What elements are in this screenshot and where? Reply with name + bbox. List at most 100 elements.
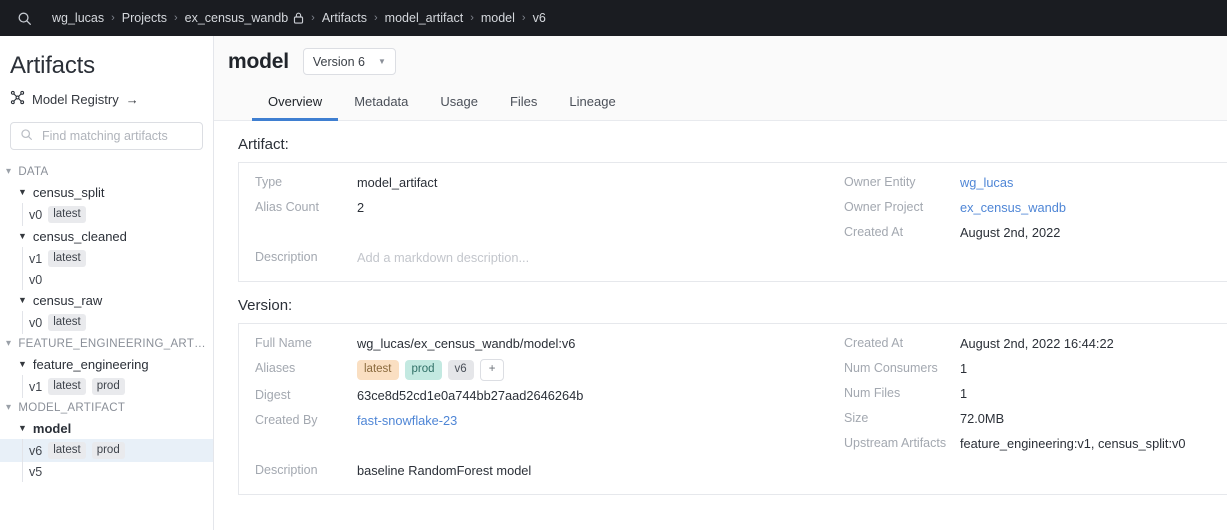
tree-group-feature-engineering[interactable]: ▾ FEATURE_ENGINEERING_ART… [0, 334, 213, 354]
artifact-type-label: Type [255, 175, 283, 189]
tree-version-row[interactable]: v5 [0, 462, 213, 482]
tab-metadata[interactable]: Metadata [338, 86, 424, 121]
owner-project-label: Owner Project [844, 200, 924, 214]
artifact-info-card: Type model_artifact Alias Count 2 Descri… [238, 162, 1227, 282]
artifact-created-at-value: August 2nd, 2022 [960, 225, 1061, 240]
tab-lineage[interactable]: Lineage [553, 86, 631, 121]
breadcrumb-item-projects[interactable]: Projects [122, 11, 167, 25]
version-tag: prod [91, 378, 125, 395]
breadcrumb-item-artifact[interactable]: model [481, 11, 515, 25]
version-tag: latest [48, 314, 86, 331]
artifact-description-label: Description [255, 250, 318, 264]
created-by-value[interactable]: fast-snowflake-23 [357, 410, 457, 428]
version-label: v1 [29, 379, 43, 394]
tree-group-label: MODEL_ARTIFACT [18, 402, 126, 414]
version-tag: latest [48, 250, 86, 267]
sidebar-title: Artifacts [10, 52, 95, 79]
tree-version-row[interactable]: v0 latest [0, 203, 213, 226]
size-value: 72.0MB [960, 411, 1005, 426]
artifacts-sidebar: Artifacts Model Registry → Find matching… [0, 36, 214, 530]
num-consumers-value: 1 [960, 361, 968, 376]
owner-project-value[interactable]: ex_census_wandb [960, 197, 1066, 215]
alias-tag-prod[interactable]: prod [404, 360, 442, 380]
chevron-down-icon: ▼ [377, 57, 386, 66]
artifact-type-row: Type model_artifact [255, 172, 834, 197]
tree-version-row[interactable]: v0 [0, 270, 213, 290]
artifact-created-at-row: Created At August 2nd, 2022 [844, 222, 1227, 247]
tree-version-row-selected[interactable]: v6 latest prod [0, 439, 213, 462]
num-files-row: Num Files 1 [844, 383, 1227, 408]
alias-tag-latest[interactable]: latest [357, 360, 399, 380]
caret-down-icon: ▼ [18, 231, 27, 241]
artifact-header-row: model Version 6 ▼ [228, 48, 1227, 86]
tree-node-label: census_split [32, 185, 105, 200]
tree-group-data[interactable]: ▾ DATA [0, 162, 213, 182]
version-label: v5 [29, 465, 43, 479]
alias-tag-v6[interactable]: v6 [447, 360, 474, 380]
artifact-info-right-column: Owner Entity wg_lucas Owner Project ex_c… [834, 172, 1227, 272]
size-label: Size [844, 411, 869, 425]
breadcrumb-item-version[interactable]: v6 [533, 11, 546, 25]
upstream-artifacts-value: feature_engineering:v1, census_split:v0 [960, 436, 1186, 451]
add-alias-button[interactable]: + [479, 359, 505, 381]
full-name-row: Full Name wg_lucas/ex_census_wandb/model… [255, 333, 834, 358]
version-tag: latest [48, 206, 86, 223]
tree-node-census-split[interactable]: ▼ census_split [0, 182, 213, 203]
digest-value: 63ce8d52cd1e0a744bb27aad2646264b [357, 388, 584, 403]
tree-node-census-cleaned[interactable]: ▼ census_cleaned [0, 226, 213, 247]
version-label: v0 [29, 315, 43, 330]
breadcrumb-item-artifacts[interactable]: Artifacts [322, 11, 367, 25]
artifact-description-placeholder[interactable]: Add a markdown description... [357, 247, 529, 265]
search-icon [20, 128, 33, 144]
global-search-icon[interactable] [10, 4, 38, 32]
sidebar-model-registry-link[interactable]: Model Registry → [0, 82, 213, 114]
search-input[interactable] [40, 128, 193, 144]
artifact-description-row: Description Add a markdown description..… [255, 247, 834, 272]
full-name-value: wg_lucas/ex_census_wandb/model:v6 [357, 336, 576, 351]
num-consumers-row: Num Consumers 1 [844, 358, 1227, 383]
tree-node-model[interactable]: ▼ model [0, 418, 213, 439]
version-description-value[interactable]: baseline RandomForest model [357, 460, 531, 478]
digest-row: Digest 63ce8d52cd1e0a744bb27aad2646264b [255, 385, 834, 410]
arrow-right-icon: → [125, 91, 139, 107]
caret-down-icon: ▼ [18, 423, 27, 433]
tree-node-feature-engineering[interactable]: ▼ feature_engineering [0, 354, 213, 375]
breadcrumb-item-artifact-type[interactable]: model_artifact [385, 11, 464, 25]
aliases-label: Aliases [255, 361, 296, 375]
created-by-label: Created By [255, 413, 318, 427]
breadcrumb-separator: › [470, 12, 474, 24]
breadcrumb-separator: › [173, 12, 178, 24]
version-info-right-column: Created At August 2nd, 2022 16:44:22 Num… [834, 333, 1227, 485]
aliases-row: Aliases latest prod v6 + [255, 358, 834, 385]
chevron-down-icon: ▾ [6, 338, 12, 349]
tree-version-row[interactable]: v0 latest [0, 311, 213, 334]
version-label: v1 [29, 251, 43, 266]
num-consumers-label: Num Consumers [844, 361, 938, 375]
version-label: v0 [29, 207, 43, 222]
tab-files[interactable]: Files [494, 86, 553, 121]
artifact-type-value: model_artifact [357, 175, 438, 190]
tab-overview[interactable]: Overview [252, 86, 339, 121]
breadcrumb-separator: › [111, 12, 115, 24]
tree-group-model-artifact[interactable]: ▾ MODEL_ARTIFACT [0, 398, 213, 418]
breadcrumb-item-project[interactable]: ex_census_wandb [185, 11, 289, 25]
tree-node-label: feature_engineering [32, 357, 149, 372]
breadcrumb-item-entity[interactable]: wg_lucas [52, 11, 104, 25]
tab-usage[interactable]: Usage [424, 86, 494, 121]
artifact-row-spacer [255, 222, 834, 247]
sidebar-model-registry-label: Model Registry [32, 91, 119, 107]
owner-entity-value[interactable]: wg_lucas [960, 172, 1013, 190]
version-info-card: Full Name wg_lucas/ex_census_wandb/model… [238, 323, 1227, 495]
tree-node-label: census_raw [32, 293, 103, 308]
version-section-heading: Version: [238, 297, 293, 314]
artifact-alias-count-label: Alias Count [255, 200, 319, 214]
tree-node-census-raw[interactable]: ▼ census_raw [0, 290, 213, 311]
version-created-at-label: Created At [844, 336, 904, 350]
tree-version-row[interactable]: v1 latest [0, 247, 213, 270]
artifact-search-box[interactable] [10, 122, 203, 150]
artifact-info-left-column: Type model_artifact Alias Count 2 Descri… [239, 172, 834, 272]
version-select-dropdown[interactable]: Version 6 ▼ [302, 48, 396, 75]
version-created-at-value: August 2nd, 2022 16:44:22 [960, 336, 1114, 351]
version-label: v6 [29, 443, 43, 458]
tree-version-row[interactable]: v1 latest prod [0, 375, 213, 398]
